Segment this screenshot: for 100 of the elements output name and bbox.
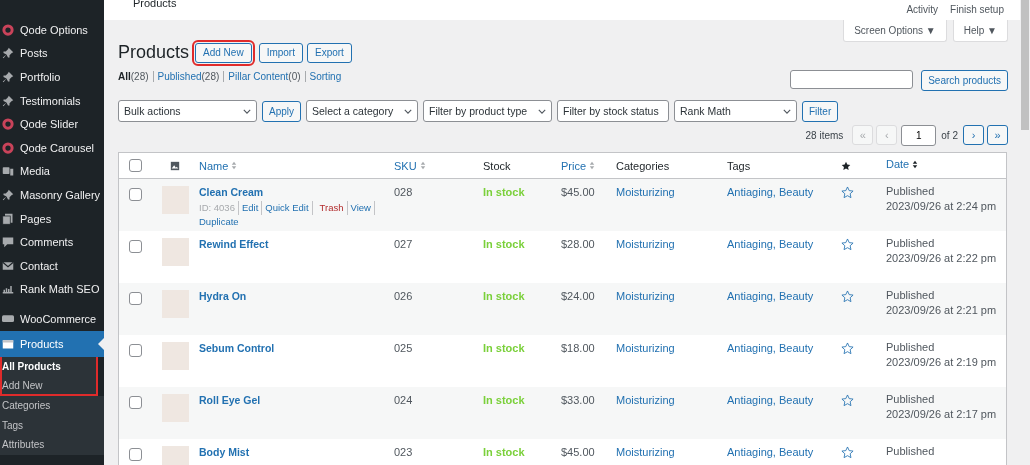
filter-button[interactable]: Apply	[262, 100, 301, 122]
column-header[interactable]: Date	[886, 157, 910, 172]
row-checkbox[interactable]	[128, 240, 142, 253]
sidebar-item[interactable]: Media	[0, 159, 104, 184]
topbar-link[interactable]: Activity	[906, 4, 939, 15]
price-cell-text: $28.00	[561, 238, 596, 252]
sidebar-item[interactable]: Rank Math SEO	[0, 277, 104, 302]
column-header[interactable]: SKU	[394, 159, 417, 172]
price-cell-text: $24.00	[561, 290, 596, 304]
search-button[interactable]: Search products	[921, 70, 1008, 91]
tags-link[interactable]: Antiaging, Beauty	[727, 290, 814, 302]
star-icon[interactable]	[841, 290, 854, 303]
speech-bubble-icon	[2, 236, 14, 249]
sidebar-item[interactable]: Qode Slider	[0, 112, 104, 136]
sidebar-item[interactable]: Contact	[0, 253, 104, 278]
star-icon[interactable]	[841, 446, 854, 459]
sidebar-item[interactable]: Pages	[0, 206, 104, 231]
tags-link[interactable]: Antiaging, Beauty	[727, 238, 814, 250]
dropdown[interactable]: Filter by stock status	[557, 100, 669, 122]
tags-link[interactable]: Antiaging, Beauty	[727, 186, 814, 198]
sort-icon	[589, 161, 596, 170]
page-action-button[interactable]: Add New	[195, 42, 252, 63]
row-action-link[interactable]: Trash	[319, 202, 344, 213]
column-header[interactable]: Categories	[616, 159, 670, 172]
tags-link[interactable]: Antiaging, Beauty	[727, 394, 814, 406]
star-icon[interactable]	[841, 342, 854, 355]
row-action-link[interactable]: Quick Edit	[265, 202, 309, 213]
column-header[interactable]: Stock	[483, 159, 511, 172]
next-page-button[interactable]: ›	[963, 125, 984, 145]
product-name-link[interactable]: Hydra On	[199, 290, 247, 302]
tags-link[interactable]: Antiaging, Beauty	[727, 342, 814, 354]
product-name-link[interactable]: Rewind Effect	[199, 238, 269, 250]
tags-link[interactable]: Antiaging, Beauty	[727, 446, 814, 458]
star-icon[interactable]	[841, 394, 854, 407]
row-checkbox[interactable]	[128, 344, 142, 357]
star-icon[interactable]	[841, 238, 854, 251]
last-page-button[interactable]: »	[987, 125, 1008, 145]
submenu-item[interactable]: All Products	[0, 356, 98, 377]
product-name-link[interactable]: Sebum Control	[199, 342, 275, 354]
publish-date: 2023/09/26 at 2:24 pm	[886, 199, 998, 214]
screen-meta-tab[interactable]: Screen Options ▼	[843, 20, 947, 42]
sidebar-item[interactable]: Comments	[0, 230, 104, 254]
sidebar-item[interactable]: Portfolio	[0, 65, 104, 89]
category-link[interactable]: Moisturizing	[616, 290, 675, 302]
row-action-link[interactable]: Edit	[241, 202, 259, 213]
topbar-link[interactable]: Finish setup	[950, 4, 1004, 15]
product-name-link[interactable]: Roll Eye Gel	[199, 394, 261, 406]
ring-icon	[2, 23, 14, 36]
sidebar-item[interactable]: Qode Options	[0, 18, 104, 42]
chevron-down-icon	[404, 108, 412, 114]
row-checkbox[interactable]	[128, 188, 142, 201]
price-cell-text: $18.00	[561, 342, 596, 356]
publish-date: 2023/09/26 at 2:17 pm	[886, 407, 998, 422]
search-field[interactable]	[790, 70, 914, 89]
dropdown[interactable]: Bulk actions	[118, 100, 257, 122]
sidebar-item[interactable]: WooCommerce	[0, 307, 104, 331]
product-name-link[interactable]: Body Mist	[199, 446, 250, 458]
submenu-item[interactable]: Categories	[0, 395, 104, 416]
stock-status: In stock	[483, 342, 526, 356]
dropdown[interactable]: Rank Math	[674, 100, 797, 122]
sidebar-item[interactable]: Testimonials	[0, 88, 104, 113]
column-header[interactable]: Price	[561, 159, 587, 172]
column-header[interactable]: Name	[199, 159, 229, 172]
price-cell-text: $45.00	[561, 186, 596, 200]
sidebar-item[interactable]: Masonry Gallery	[0, 183, 104, 207]
pin-icon	[2, 188, 14, 201]
dropdown[interactable]: Filter by product type	[423, 100, 552, 122]
dropdown[interactable]: Select a category	[306, 100, 418, 122]
sidebar-item[interactable]: Products	[0, 330, 104, 357]
media-icon	[2, 165, 14, 178]
page-action-button[interactable]: Export	[306, 42, 352, 63]
status-filter-link[interactable]: Pillar Content(0)	[228, 71, 301, 82]
category-link[interactable]: Moisturizing	[616, 394, 675, 406]
status-filter-link[interactable]: Published(28)	[157, 71, 220, 82]
screen-meta-tab[interactable]: Help ▼	[952, 20, 1008, 42]
category-link[interactable]: Moisturizing	[616, 238, 675, 250]
filter-button[interactable]: Filter	[802, 100, 839, 122]
status-filter-link[interactable]: All(28)	[118, 71, 149, 82]
category-link[interactable]: Moisturizing	[616, 342, 675, 354]
chevron-down-icon	[243, 108, 251, 114]
row-checkbox[interactable]	[128, 448, 142, 461]
column-header[interactable]: Tags	[727, 159, 751, 172]
row-action-link[interactable]: Duplicate	[199, 216, 239, 227]
category-link[interactable]: Moisturizing	[616, 186, 675, 198]
page-number-field[interactable]: 1	[901, 124, 937, 146]
sidebar-item[interactable]: Posts	[0, 41, 104, 66]
status-filter-link[interactable]: Sorting	[309, 71, 342, 82]
pin-icon	[2, 94, 14, 107]
row-checkbox[interactable]	[128, 292, 142, 305]
row-checkbox[interactable]	[128, 396, 142, 409]
submenu-item[interactable]: Attributes	[0, 435, 104, 455]
submenu-item[interactable]: Add New	[0, 376, 98, 396]
submenu-item[interactable]: Tags	[0, 415, 104, 436]
sidebar-item[interactable]: Qode Carousel	[0, 135, 104, 160]
star-icon[interactable]	[841, 186, 854, 199]
product-name-link[interactable]: Clean Cream	[199, 186, 264, 198]
select-all-checkbox[interactable]	[128, 159, 142, 172]
row-action-link[interactable]: View	[350, 202, 371, 213]
category-link[interactable]: Moisturizing	[616, 446, 675, 458]
page-action-button[interactable]: Import	[258, 42, 303, 63]
